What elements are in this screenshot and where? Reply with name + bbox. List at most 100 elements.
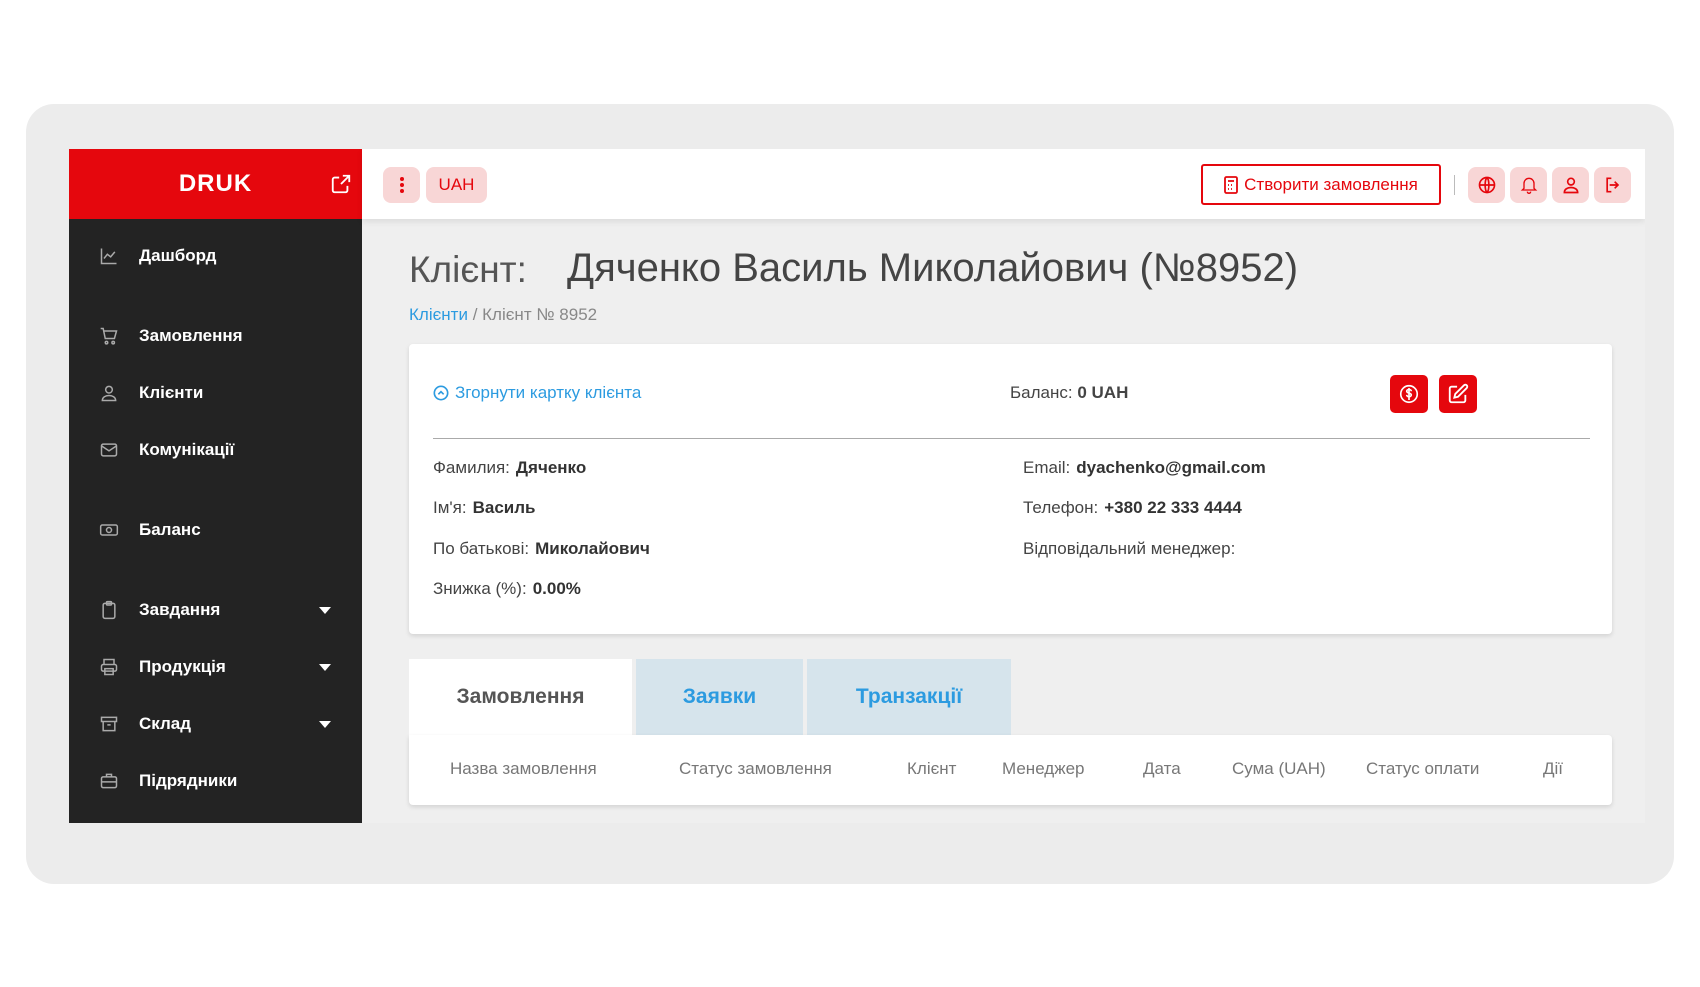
field-value: dyachenko@gmail.com	[1076, 458, 1266, 477]
field-firstname: Ім'я: Василь	[433, 498, 535, 518]
chevron-down-icon[interactable]	[319, 663, 331, 671]
collapse-card-toggle[interactable]: Згорнути картку клієнта	[433, 383, 641, 403]
sidebar: DRUK Дашборд Замовлення Клієнти Комуніка…	[69, 149, 362, 823]
create-order-button[interactable]: Створити замовлення	[1201, 164, 1441, 205]
field-value: 0.00%	[532, 579, 581, 598]
field-patronymic: По батькові: Миколайович	[433, 539, 650, 559]
field-label: Фамилия:	[433, 458, 510, 477]
sidebar-item-label: Комунікації	[139, 440, 235, 459]
tab-transactions[interactable]: Транзакції	[807, 659, 1011, 735]
kebab-icon	[399, 177, 404, 193]
breadcrumb: Клієнти / Клієнт № 8952	[409, 305, 597, 325]
create-order-label: Створити замовлення	[1244, 174, 1418, 194]
field-value: +380 22 333 4444	[1104, 498, 1242, 517]
clipboard-icon	[102, 600, 116, 620]
tab-orders[interactable]: Замовлення	[409, 659, 632, 735]
field-label: Ім'я:	[433, 498, 467, 517]
field-value: Миколайович	[535, 539, 650, 558]
logout-icon	[1605, 177, 1619, 193]
chevron-up-circle-icon	[433, 385, 449, 401]
field-email: Email: dyachenko@gmail.com	[1023, 458, 1266, 478]
field-label: По батькові:	[433, 539, 530, 558]
brand-logo[interactable]: DRUK	[179, 170, 252, 198]
field-label: Відповідальний менеджер:	[1023, 539, 1236, 558]
sidebar-item-label: Баланс	[139, 520, 201, 539]
app-window: DRUK Дашборд Замовлення Клієнти Комуніка…	[69, 149, 1645, 823]
field-lastname: Фамилия: Дяченко	[433, 458, 586, 478]
external-link-icon[interactable]	[330, 173, 352, 195]
table-header-order-name[interactable]: Назва замовлення	[450, 759, 597, 779]
payment-button[interactable]	[1390, 375, 1428, 413]
bell-icon	[1520, 177, 1537, 194]
field-label: Email:	[1023, 458, 1071, 477]
sidebar-item-label: Замовлення	[139, 326, 243, 345]
field-discount: Знижка (%): 0.00%	[433, 579, 581, 599]
sidebar-item-contractors[interactable]: Підрядники	[69, 761, 362, 801]
edit-icon	[1448, 383, 1469, 404]
printer-icon	[100, 658, 118, 676]
breadcrumb-current: Клієнт № 8952	[482, 305, 598, 324]
sidebar-item-warehouse[interactable]: Склад	[69, 704, 362, 744]
client-card: Згорнути картку клієнта Баланс: 0 UAH Фа…	[409, 344, 1612, 634]
sidebar-item-clients[interactable]: Клієнти	[69, 373, 362, 413]
breadcrumb-separator: /	[472, 305, 478, 324]
profile-button[interactable]	[1552, 167, 1589, 203]
sidebar-item-balance[interactable]: Баланс	[69, 510, 362, 550]
table-header-manager[interactable]: Менеджер	[1002, 759, 1084, 779]
field-label: Телефон:	[1023, 498, 1099, 517]
table-header-amount[interactable]: Сума (UAH)	[1232, 759, 1326, 779]
sidebar-item-label: Продукція	[139, 657, 226, 676]
sidebar-item-products[interactable]: Продукція	[69, 647, 362, 687]
balance-label: Баланс:	[1010, 383, 1073, 402]
chevron-down-icon[interactable]	[319, 606, 331, 614]
tab-requests[interactable]: Заявки	[636, 659, 803, 735]
client-balance: Баланс: 0 UAH	[1010, 383, 1128, 403]
archive-icon	[100, 716, 118, 732]
sidebar-item-communications[interactable]: Комунікації	[69, 430, 362, 470]
sidebar-item-dashboard[interactable]: Дашборд	[69, 236, 362, 276]
sidebar-item-label: Підрядники	[139, 771, 238, 790]
chevron-down-icon[interactable]	[319, 720, 331, 728]
briefcase-icon	[100, 773, 118, 789]
logout-button[interactable]	[1594, 167, 1631, 203]
money-icon	[99, 524, 119, 536]
topbar: UAH Створити замовлення	[362, 149, 1645, 219]
sidebar-item-label: Склад	[139, 714, 192, 733]
chart-icon	[100, 248, 117, 265]
page-title-label: Клієнт:	[409, 249, 527, 290]
user-icon	[1562, 177, 1579, 194]
sidebar-item-orders[interactable]: Замовлення	[69, 316, 362, 356]
table-header-actions: Дії	[1543, 759, 1564, 778]
brand-header: DRUK	[69, 149, 362, 219]
notifications-button[interactable]	[1510, 167, 1547, 203]
balance-value: 0 UAH	[1077, 383, 1129, 402]
user-icon	[101, 385, 117, 402]
table-header-order-status[interactable]: Статус замовлення	[679, 759, 832, 779]
mail-icon	[100, 443, 118, 457]
field-manager: Відповідальний менеджер:	[1023, 539, 1241, 559]
breadcrumb-link-clients[interactable]: Клієнти	[409, 305, 468, 324]
topbar-divider	[1454, 175, 1455, 195]
card-divider	[433, 438, 1590, 439]
edit-client-button[interactable]	[1439, 375, 1477, 413]
sidebar-item-label: Дашборд	[139, 246, 217, 265]
table-header-date[interactable]: Дата	[1143, 759, 1181, 779]
sidebar-item-tasks[interactable]: Завдання	[69, 590, 362, 630]
globe-icon	[1478, 176, 1495, 194]
calculator-icon	[1224, 175, 1239, 194]
table-header-payment-status[interactable]: Статус оплати	[1366, 759, 1479, 779]
table-header-client[interactable]: Клієнт	[907, 759, 956, 779]
language-button[interactable]	[1468, 167, 1505, 203]
sidebar-item-label: Завдання	[139, 600, 221, 619]
field-value: Дяченко	[515, 458, 587, 477]
collapse-card-label: Згорнути картку клієнта	[455, 383, 642, 402]
field-phone: Телефон: +380 22 333 4444	[1023, 498, 1242, 518]
cart-icon	[100, 327, 118, 345]
field-value: Василь	[472, 498, 536, 517]
sidebar-item-label: Клієнти	[139, 383, 204, 402]
menu-button[interactable]	[383, 167, 420, 203]
currency-button[interactable]: UAH	[426, 167, 487, 203]
field-label: Знижка (%):	[433, 579, 527, 598]
dollar-circle-icon	[1399, 384, 1419, 404]
orders-table: Назва замовлення Статус замовлення Клієн…	[409, 735, 1612, 805]
